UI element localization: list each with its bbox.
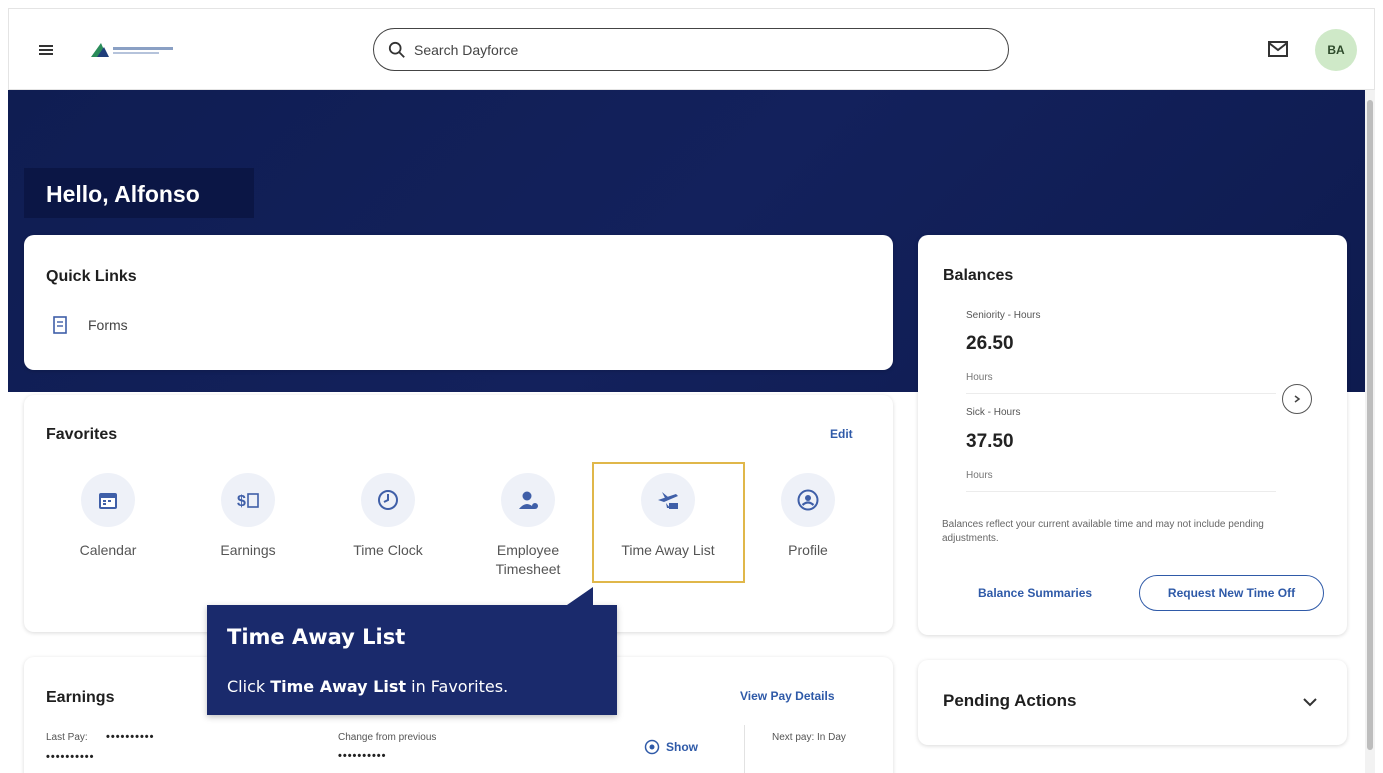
- change-masked: ••••••••••: [338, 750, 387, 762]
- greeting: Hello, Alfonso: [24, 168, 254, 218]
- chevron-down-icon[interactable]: [1302, 694, 1318, 710]
- tooltip-body: Click Time Away List in Favorites.: [227, 677, 508, 696]
- eye-icon: [644, 739, 660, 755]
- scrollbar-thumb[interactable]: [1367, 100, 1373, 750]
- mail-icon[interactable]: [1267, 39, 1289, 59]
- favorite-calendar[interactable]: Calendar: [48, 473, 168, 560]
- quick-link-forms[interactable]: Forms: [52, 315, 128, 335]
- pending-actions-card[interactable]: Pending Actions: [918, 660, 1347, 745]
- favorites-card: Favorites Edit Calendar $ Earnings Time …: [24, 395, 893, 632]
- edit-favorites-link[interactable]: Edit: [830, 427, 853, 441]
- last-pay-label: Last Pay:: [46, 732, 88, 743]
- divider: [966, 393, 1276, 394]
- request-time-off-button[interactable]: Request New Time Off: [1139, 575, 1324, 611]
- balances-note: Balances reflect your current available …: [942, 519, 1264, 544]
- svg-text:$: $: [237, 493, 246, 510]
- profile-icon: [797, 489, 819, 511]
- quick-links-title: Quick Links: [46, 268, 137, 285]
- earnings-icon: $: [237, 493, 259, 510]
- tooltip-body-suffix: in Favorites.: [406, 677, 509, 696]
- tooltip-arrow: [567, 587, 593, 605]
- highlight-box: [592, 462, 745, 583]
- balance-label: Sick - Hours: [966, 407, 1021, 418]
- next-balance-button[interactable]: [1282, 384, 1312, 414]
- balance-value: 37.50: [966, 431, 1014, 452]
- company-logo[interactable]: [87, 39, 179, 61]
- divider: [966, 491, 1276, 492]
- search-input[interactable]: [414, 41, 974, 58]
- balance-unit: Hours: [966, 470, 993, 481]
- guide-tooltip: Time Away List Click Time Away List in F…: [207, 587, 617, 715]
- user-avatar[interactable]: BA: [1315, 29, 1357, 71]
- favorite-profile[interactable]: Profile: [748, 473, 868, 560]
- favorite-label: Employee Timesheet: [495, 542, 561, 577]
- favorite-label: Time Clock: [353, 542, 423, 558]
- hamburger-menu-icon[interactable]: [39, 45, 53, 55]
- show-button[interactable]: Show: [644, 739, 698, 755]
- favorite-label: Calendar: [79, 542, 137, 558]
- show-label: Show: [666, 740, 698, 754]
- search-icon: [388, 41, 405, 58]
- favorites-title: Favorites: [46, 426, 118, 443]
- favorite-label: Profile: [788, 542, 828, 558]
- favorite-employee-timesheet[interactable]: Employee Timesheet: [468, 473, 588, 579]
- favorite-time-clock[interactable]: Time Clock: [328, 473, 448, 560]
- tooltip-body-bold: Time Away List: [270, 677, 407, 696]
- last-pay-masked-2: ••••••••••: [46, 751, 95, 763]
- balance-value: 26.50: [966, 333, 1014, 354]
- earnings-title: Earnings: [46, 689, 115, 706]
- scrollbar[interactable]: [1365, 90, 1375, 773]
- search-bar[interactable]: [373, 28, 1009, 71]
- forms-icon: [53, 316, 67, 334]
- top-bar: BA: [8, 8, 1375, 90]
- calendar-icon: [99, 493, 117, 509]
- pending-actions-title: Pending Actions: [943, 691, 1077, 710]
- chevron-right-icon: [1294, 395, 1301, 403]
- favorite-label: Earnings: [220, 542, 276, 558]
- balance-summaries-link[interactable]: Balance Summaries: [978, 586, 1092, 600]
- quick-links-card: Quick Links Forms: [24, 235, 893, 370]
- clock-icon: [378, 490, 398, 510]
- divider: [744, 725, 745, 773]
- favorite-earnings[interactable]: $ Earnings: [188, 473, 308, 560]
- view-pay-details-link[interactable]: View Pay Details: [740, 689, 835, 703]
- employee-icon: [519, 491, 538, 509]
- balance-label: Seniority - Hours: [966, 310, 1041, 321]
- balances-title: Balances: [943, 267, 1014, 284]
- change-from-previous-label: Change from previous: [338, 732, 437, 743]
- tooltip-title: Time Away List: [227, 625, 406, 649]
- balance-unit: Hours: [966, 372, 993, 383]
- next-pay-label: Next pay: In Day: [772, 732, 846, 743]
- balances-card: Balances Seniority - Hours 26.50 Hours S…: [918, 235, 1347, 635]
- tooltip-body-prefix: Click: [227, 677, 271, 696]
- last-pay-masked: ••••••••••: [106, 731, 155, 743]
- quick-link-label: Forms: [88, 317, 128, 333]
